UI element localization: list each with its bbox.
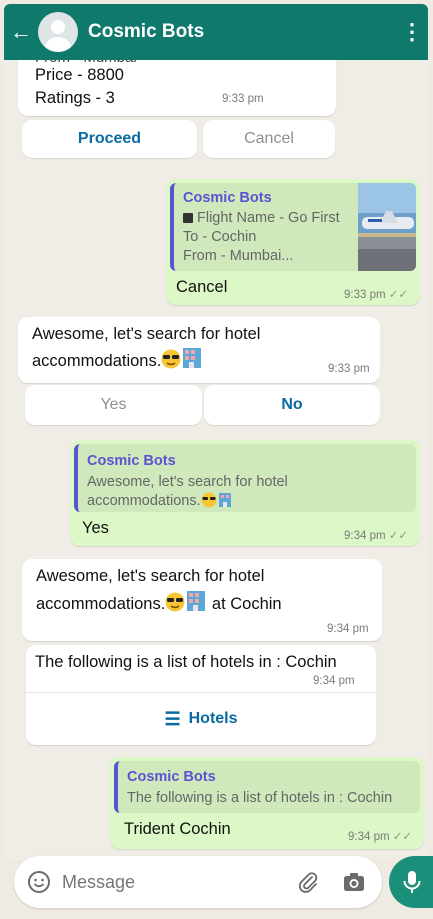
message-bubble-hotel-search: Awesome, let's search for hotel accommod… — [18, 317, 380, 383]
quote-line-flight: Flight Name - Go First — [183, 210, 340, 226]
cancel-button[interactable]: Cancel — [203, 120, 335, 158]
avatar[interactable] — [38, 12, 78, 52]
double-check-icon: ✓✓ — [388, 289, 409, 301]
list-icon: ☰ — [164, 708, 181, 729]
message-text: Yes — [82, 519, 109, 537]
back-arrow-icon[interactable]: ← — [10, 4, 36, 60]
proceed-button[interactable]: Proceed — [22, 120, 197, 158]
message-bubble-flight-details: From - Mumbai Price - 8800 Ratings - 3 9… — [18, 60, 336, 116]
quote-line-1: The following is a list of hotels in : C… — [127, 790, 393, 806]
message-bubble-trident: Cosmic Bots The following is a list of h… — [110, 757, 424, 849]
message-text: The following is a list of hotels in : C… — [35, 653, 337, 671]
chat-header: ← Cosmic Bots ⋮ — [4, 4, 428, 60]
paperclip-icon[interactable] — [296, 870, 320, 894]
flight-thumbnail — [358, 183, 416, 271]
quote-sender: Cosmic Bots — [87, 453, 176, 469]
quote-sender: Cosmic Bots — [183, 190, 272, 206]
message-time: 9:33 pm — [222, 93, 264, 105]
quoted-message[interactable]: Cosmic Bots The following is a list of h… — [114, 761, 420, 813]
chat-area[interactable]: From - Mumbai Price - 8800 Ratings - 3 9… — [4, 60, 428, 860]
message-line-2: accommodations. — [32, 347, 203, 373]
message-line-1: Awesome, let's search for hotel — [36, 567, 265, 585]
image-icon — [183, 213, 193, 223]
message-bubble-hotel-list: The following is a list of hotels in : C… — [26, 645, 376, 745]
quote-line-to: To - Cochin — [183, 229, 257, 245]
hotels-button-label: Hotels — [188, 710, 238, 727]
message-input[interactable] — [62, 868, 282, 896]
message-time: 9:34 pm — [313, 675, 355, 687]
message-line-ratings: Ratings - 3 — [35, 89, 115, 107]
quote-line-2: accommodations. — [87, 492, 233, 509]
message-line-1: Awesome, let's search for hotel — [32, 325, 261, 343]
quoted-message[interactable]: Cosmic Bots Awesome, let's search for ho… — [74, 444, 416, 512]
message-composer — [14, 856, 382, 908]
message-time: 9:34 pm ✓✓ — [348, 831, 413, 843]
hotel-emoji-icon — [187, 591, 206, 611]
double-check-icon: ✓✓ — [388, 530, 409, 542]
quote-line-1: Awesome, let's search for hotel — [87, 474, 288, 490]
message-bubble-cancel: Cosmic Bots Flight Name - Go First To - … — [166, 179, 420, 305]
message-line-2: accommodations. at Cochin — [36, 590, 282, 616]
message-bubble-yes: Cosmic Bots Awesome, let's search for ho… — [70, 440, 420, 546]
hotel-emoji-icon — [183, 348, 202, 368]
message-text: Trident Cochin — [124, 820, 231, 838]
emoji-icon[interactable] — [27, 870, 51, 894]
double-check-icon: ✓✓ — [392, 831, 413, 843]
message-bubble-cochin: Awesome, let's search for hotel accommod… — [22, 559, 382, 641]
camera-icon[interactable] — [342, 870, 366, 894]
message-time: 9:34 pm ✓✓ — [344, 530, 409, 542]
message-time: 9:34 pm — [327, 623, 369, 635]
quote-line-from: From - Mumbai... — [183, 248, 294, 264]
sunglasses-emoji-icon — [161, 349, 181, 369]
yes-button[interactable]: Yes — [25, 385, 202, 425]
microphone-icon — [403, 871, 421, 893]
message-text: Cancel — [176, 278, 228, 296]
hotels-list-button[interactable]: ☰ Hotels — [26, 693, 376, 745]
sunglasses-emoji-icon — [165, 592, 185, 612]
message-time: 9:33 pm ✓✓ — [344, 289, 409, 301]
more-vertical-icon[interactable]: ⋮ — [400, 19, 424, 45]
no-button[interactable]: No — [204, 385, 380, 425]
message-time: 9:33 pm — [328, 363, 370, 375]
quote-sender: Cosmic Bots — [127, 769, 216, 785]
chat-title[interactable]: Cosmic Bots — [88, 21, 400, 43]
quote-line-flight-text: Flight Name - Go First — [197, 210, 340, 226]
quoted-message[interactable]: Cosmic Bots Flight Name - Go First To - … — [170, 183, 416, 271]
hotel-emoji-icon — [218, 493, 231, 507]
sunglasses-emoji-icon — [201, 492, 217, 508]
microphone-button[interactable] — [389, 856, 433, 908]
message-line-price: Price - 8800 — [35, 66, 124, 84]
